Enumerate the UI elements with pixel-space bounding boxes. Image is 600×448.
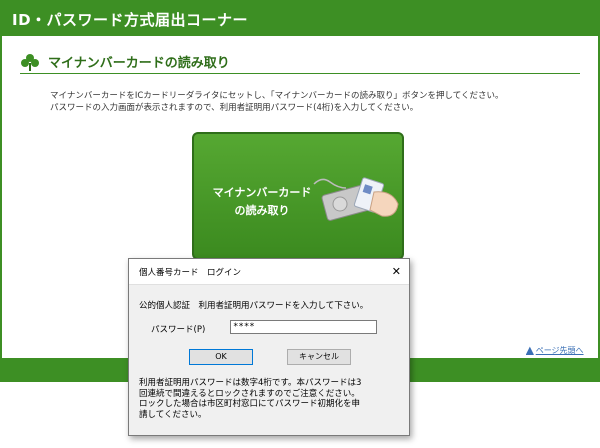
login-dialog: 個人番号カード ログイン ✕ 公的個人認証 利用者証明用パスワードを入力して下さ… (128, 258, 410, 436)
page-top-link[interactable]: ▲ ページ先頭へ (526, 345, 584, 356)
read-card-label-line: の読み取り (234, 204, 290, 217)
section-title: マイナンバーカードの読み取り (48, 56, 230, 71)
note-line: 利用者証明用パスワードは数字4桁です。本パスワードは3 (139, 378, 362, 388)
read-card-label-line: マイナンバーカード (212, 186, 312, 199)
note-line: ロックした場合は市区町村窓口にてパスワード初期化を申 (139, 399, 361, 409)
app-header: ID・パスワード方式届出コーナー (0, 0, 600, 36)
section-heading: マイナンバーカードの読み取り (20, 50, 580, 74)
note-line: 回連続で間違えるとロックされますのでご注意ください。 (139, 388, 360, 399)
page-top-label: ページ先頭へ (535, 346, 584, 355)
dialog-note: 利用者証明用パスワードは数字4桁です。本パスワードは3 回連続で間違えるとロック… (139, 378, 403, 420)
read-card-label: マイナンバーカード の読み取り (202, 184, 322, 220)
password-label: パスワード(P) (151, 325, 206, 335)
note-line: 請してください。 (139, 409, 207, 420)
ok-button[interactable]: OK (189, 349, 253, 365)
instruction-line: マイナンバーカードをICカードリーダライタにセットし、「マイナンバーカードの読み… (50, 91, 504, 101)
dialog-title: 個人番号カード ログイン (139, 267, 242, 278)
password-field[interactable]: **** (230, 320, 377, 334)
dialog-titlebar[interactable]: 個人番号カード ログイン ✕ (129, 259, 409, 285)
read-card-button[interactable]: マイナンバーカード の読み取り (192, 132, 404, 260)
card-reader-icon (312, 170, 402, 230)
cancel-button[interactable]: キャンセル (287, 349, 351, 365)
close-icon[interactable]: ✕ (392, 265, 401, 278)
instructions: マイナンバーカードをICカードリーダライタにセットし、「マイナンバーカードの読み… (50, 90, 580, 114)
header-title: ID・パスワード方式届出コーナー (12, 11, 249, 29)
instruction-line: パスワードの入力画面が表示されますので、利用者証明用パスワード(4桁)を入力して… (50, 103, 419, 113)
clover-icon (20, 53, 40, 71)
dialog-message: 公的個人認証 利用者証明用パスワードを入力して下さい。 (139, 301, 369, 311)
up-arrow-icon: ▲ (526, 345, 534, 356)
